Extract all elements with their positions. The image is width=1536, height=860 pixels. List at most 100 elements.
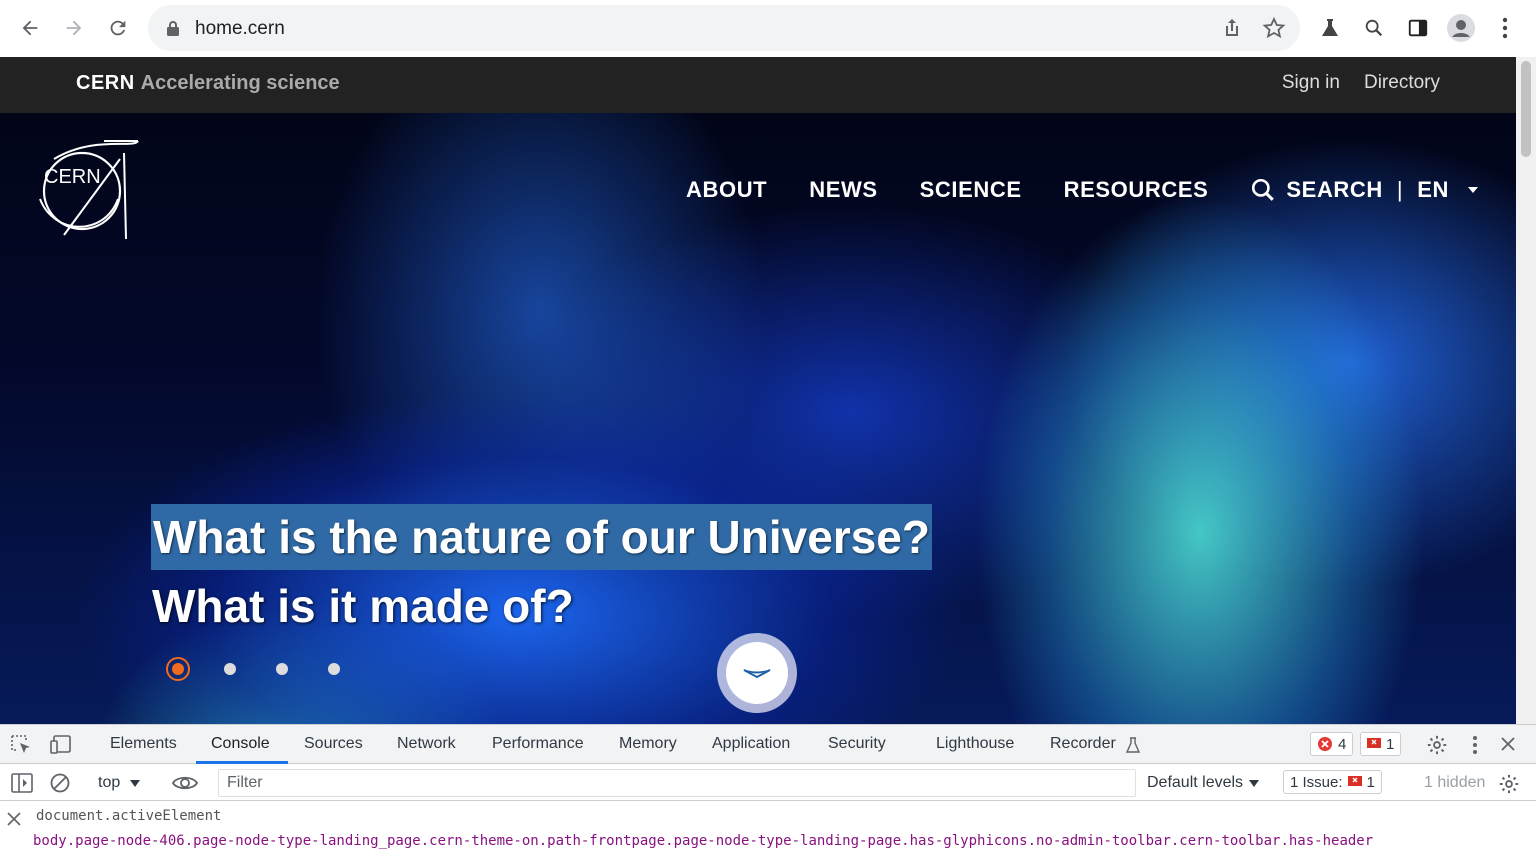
tab-network[interactable]: Network <box>397 735 456 753</box>
issue-flag-icon <box>1367 738 1381 748</box>
issues-button[interactable]: 1 Issue: 1 <box>1283 770 1382 794</box>
cern-logo[interactable]: CERN <box>34 139 142 247</box>
nav-about[interactable]: ABOUT <box>686 177 767 203</box>
reload-button[interactable] <box>96 6 140 50</box>
scrollbar-thumb[interactable] <box>1521 61 1531 157</box>
nav-news[interactable]: NEWS <box>809 177 877 203</box>
close-icon[interactable] <box>7 812 21 826</box>
tab-elements[interactable]: Elements <box>110 735 177 753</box>
caret-down-icon <box>1467 187 1478 193</box>
context-selector[interactable]: top <box>98 774 141 792</box>
profile-button[interactable] <box>1447 14 1475 42</box>
devtools-menu-icon[interactable] <box>1472 735 1478 755</box>
scroll-down-button[interactable] <box>717 633 797 713</box>
sign-in-link[interactable]: Sign in <box>1282 72 1340 94</box>
carousel-dot-1[interactable] <box>166 657 190 681</box>
brand[interactable]: CERN Accelerating science <box>76 72 340 95</box>
log-levels-label[interactable]: Default levels <box>1147 774 1243 792</box>
tab-sources[interactable]: Sources <box>304 735 363 753</box>
search-icon <box>1252 178 1275 201</box>
arrow-left-icon <box>22 20 38 36</box>
hero-headline-primary: What is the nature of our Universe? <box>151 504 932 570</box>
side-panel-button[interactable] <box>1404 14 1432 42</box>
sidebar-toggle-icon[interactable] <box>11 773 33 793</box>
flask-icon <box>1322 19 1338 36</box>
web-page: CERN Accelerating science Sign in Directo… <box>0 57 1516 724</box>
magnifier-icon <box>1365 19 1383 37</box>
lock-icon <box>167 21 179 36</box>
tab-lighthouse[interactable]: Lighthouse <box>936 735 1014 753</box>
settings-gear-icon[interactable] <box>1426 734 1448 756</box>
hidden-messages-count: 1 hidden <box>1424 774 1486 791</box>
issue-flag-icon <box>1347 776 1362 786</box>
console-settings-gear-icon[interactable] <box>1498 773 1520 795</box>
issues-value: 1 <box>1366 773 1375 791</box>
log-levels-dropdown[interactable]: Default levels <box>1147 774 1260 792</box>
brand-tagline[interactable]: Accelerating science <box>141 72 340 94</box>
carousel-dot-2[interactable] <box>224 663 236 675</box>
page-scrollbar[interactable] <box>1516 57 1536 724</box>
search-button[interactable]: SEARCH <box>1250 177 1383 203</box>
tab-console[interactable]: Console <box>211 735 270 753</box>
devtools-tabbar: Elements Console Sources Network Perform… <box>0 725 1536 764</box>
error-icon <box>1318 737 1332 751</box>
issues-label: 1 Issue: <box>1290 773 1343 791</box>
console-output: document.activeElement body.page-node-40… <box>0 802 1536 860</box>
tab-security[interactable]: Security <box>828 735 886 753</box>
language-label[interactable]: EN <box>1417 177 1449 203</box>
carousel-dot-4[interactable] <box>328 663 340 675</box>
issue-count-badge[interactable]: 1 <box>1360 732 1402 756</box>
clear-console-icon[interactable] <box>50 773 70 793</box>
console-result[interactable]: body.page-node-406.page-node-type-landin… <box>33 833 1373 849</box>
browser-toolbar: home.cern <box>0 0 1536 57</box>
hero-headline-secondary: What is it made of? <box>152 580 574 632</box>
directory-link[interactable]: Directory <box>1364 72 1440 94</box>
carousel-dot-3[interactable] <box>276 663 288 675</box>
console-command: document.activeElement <box>36 808 222 824</box>
nav-separator: | <box>1396 177 1404 202</box>
avatar-icon <box>1447 14 1475 42</box>
nav-resources[interactable]: RESOURCES <box>1064 177 1209 203</box>
devtools-panel: Elements Console Sources Network Perform… <box>0 724 1536 859</box>
tab-memory[interactable]: Memory <box>619 735 677 753</box>
brand-name[interactable]: CERN <box>76 72 135 94</box>
reload-icon <box>110 20 126 36</box>
issue-count: 1 <box>1386 735 1395 753</box>
tab-application[interactable]: Application <box>712 735 790 753</box>
caret-down-icon <box>130 779 141 787</box>
nav-science[interactable]: SCIENCE <box>920 177 1022 203</box>
caret-down-icon <box>1249 779 1260 787</box>
arrow-right-icon <box>66 20 82 36</box>
scroll-down-inner <box>726 642 788 704</box>
eye-icon[interactable] <box>172 773 198 793</box>
console-toolbar: top Filter Default levels 1 Issue: 1 1 h… <box>0 765 1536 801</box>
tab-performance[interactable]: Performance <box>492 735 584 753</box>
main-navigation: ABOUT NEWS SCIENCE RESOURCES SEARCH | EN <box>686 177 1479 203</box>
share-button[interactable] <box>1220 16 1244 45</box>
error-count: 4 <box>1338 735 1347 753</box>
console-filter-input[interactable]: Filter <box>218 769 1136 797</box>
star-icon <box>1262 16 1286 39</box>
kebab-menu-icon <box>1502 17 1508 39</box>
address-bar[interactable]: home.cern <box>148 5 1300 51</box>
search-label[interactable]: SEARCH <box>1286 177 1383 203</box>
side-panel-icon <box>1408 19 1428 37</box>
tab-recorder[interactable]: Recorder <box>1050 735 1116 753</box>
recorder-flask-icon <box>1125 737 1141 753</box>
inspect-element-icon[interactable] <box>11 735 33 755</box>
back-button[interactable] <box>8 6 52 50</box>
zoom-button[interactable] <box>1360 14 1388 42</box>
bookmark-button[interactable] <box>1262 16 1286 45</box>
device-toolbar-icon[interactable] <box>50 735 72 755</box>
top-links: Sign in Directory <box>1282 72 1440 94</box>
error-count-badge[interactable]: 4 <box>1310 732 1354 756</box>
url-text[interactable]: home.cern <box>195 18 285 40</box>
context-label[interactable]: top <box>98 774 120 792</box>
cern-toolbar: CERN Accelerating science Sign in Directo… <box>0 57 1516 113</box>
labs-button[interactable] <box>1316 14 1344 42</box>
language-selector[interactable]: EN <box>1417 177 1479 203</box>
browser-menu-button[interactable] <box>1491 14 1519 42</box>
forward-button[interactable] <box>52 6 96 50</box>
close-icon[interactable] <box>1500 736 1516 752</box>
active-tab-indicator <box>196 761 288 764</box>
